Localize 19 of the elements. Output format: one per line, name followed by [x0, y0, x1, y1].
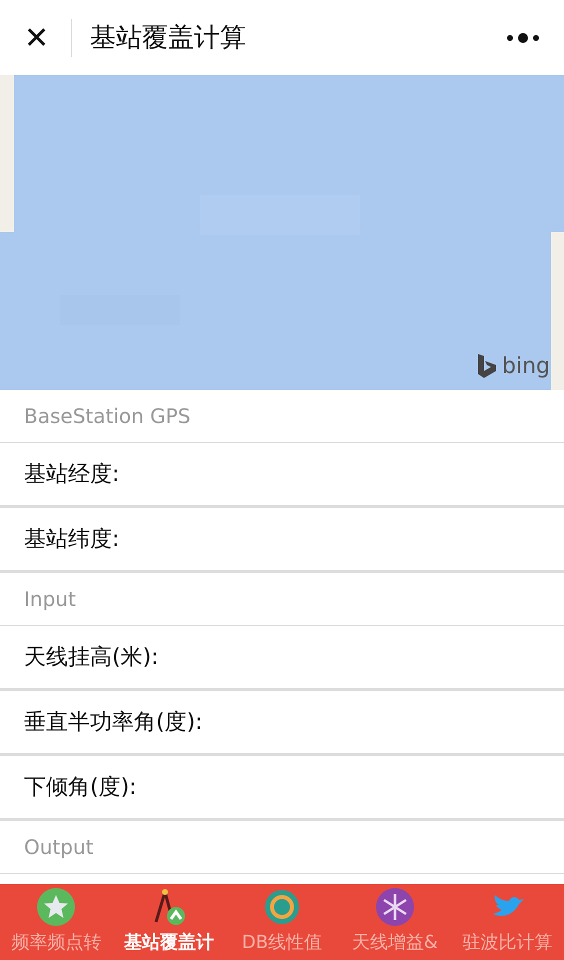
logo-icon	[476, 352, 498, 380]
tab[interactable]: 驻波比计算	[451, 884, 564, 960]
page-title: 基站覆盖计算	[90, 22, 247, 55]
tab[interactable]: DB线性值	[226, 884, 338, 960]
tab[interactable]: 天线增益&	[338, 884, 452, 960]
field-label: 天线挂高(米):	[24, 644, 159, 672]
field-label: 垂直半功率角(度):	[24, 709, 203, 737]
tab[interactable]: 频率频点转	[0, 884, 113, 960]
map-attribution: bing	[502, 354, 550, 378]
section-title: Input	[0, 573, 564, 626]
tab[interactable]: 基站覆盖计	[112, 884, 226, 960]
snowflake-icon	[376, 888, 414, 926]
ring-icon	[262, 888, 301, 926]
field-label: 下倾角(度):	[24, 774, 137, 802]
field-label: 基站纬度:	[24, 526, 120, 554]
close-button[interactable]: ✕	[20, 20, 53, 56]
section-title: BaseStation GPS	[0, 390, 564, 443]
section-title: Output	[0, 821, 564, 874]
field-label: 基站经度:	[24, 461, 120, 489]
